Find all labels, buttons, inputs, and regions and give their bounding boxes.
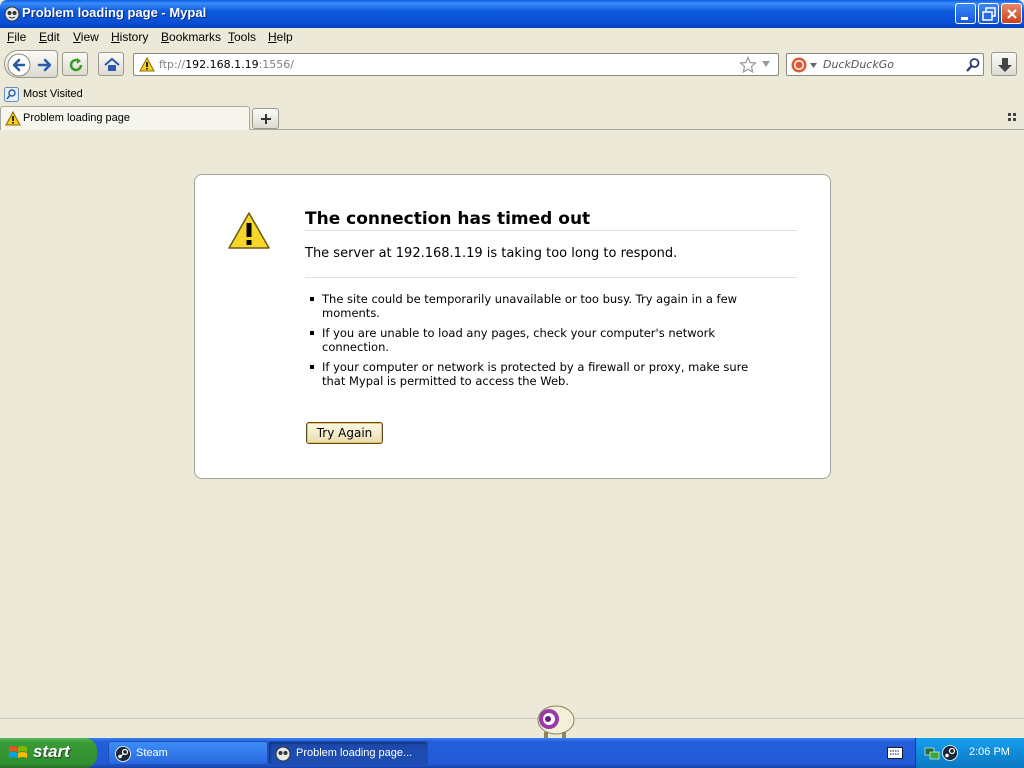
menu-tools[interactable]: Tools — [228, 30, 256, 44]
menu-view[interactable]: View — [73, 30, 99, 44]
search-bar[interactable]: DuckDuckGo — [786, 53, 984, 76]
windows-flag-icon — [9, 746, 27, 758]
minimize-button[interactable] — [955, 3, 976, 24]
status-bar-divider — [0, 718, 1024, 719]
tab-label: Problem loading page — [23, 112, 131, 124]
search-placeholder[interactable]: DuckDuckGo — [823, 58, 894, 71]
menu-help[interactable]: Help — [268, 30, 293, 44]
back-forward-group — [4, 50, 58, 78]
back-arrow-icon[interactable] — [7, 53, 31, 77]
url-port: :1556/ — [258, 58, 294, 71]
keyboard-icon[interactable] — [887, 747, 903, 759]
navigation-toolbar: ftp://192.168.1.19:1556/ DuckDuckGo — [0, 46, 1024, 82]
reload-icon — [69, 58, 83, 72]
restore-button[interactable] — [978, 3, 999, 24]
menu-edit[interactable]: Edit — [39, 30, 60, 44]
tab-list-icon[interactable] — [1008, 113, 1018, 121]
close-icon — [1007, 9, 1017, 19]
suggestion-item: If your computer or network is protected… — [305, 360, 775, 388]
url-dropdown-icon[interactable] — [761, 60, 771, 68]
url-host: 192.168.1.19 — [185, 58, 259, 71]
steam-icon — [115, 746, 131, 762]
taskbar-item-steam[interactable]: Steam — [108, 741, 268, 765]
duckduckgo-icon[interactable] — [791, 57, 807, 73]
close-button[interactable] — [1001, 3, 1022, 24]
large-warning-icon — [228, 212, 270, 249]
menu-bar: File Edit View History Bookmarks Tools H… — [0, 28, 1024, 46]
mypal-icon — [275, 746, 291, 762]
home-icon — [104, 57, 120, 71]
download-arrow-icon — [998, 58, 1012, 72]
error-description: The server at 192.168.1.19 is taking too… — [305, 246, 678, 261]
warning-icon — [139, 57, 155, 72]
tab-strip: Problem loading page — [0, 106, 1024, 130]
mypal-icon — [4, 6, 20, 22]
search-engine-dropdown-icon[interactable] — [810, 63, 817, 68]
bookmark-star-icon[interactable] — [739, 56, 757, 74]
steam-tray-icon[interactable] — [942, 745, 958, 761]
plus-icon — [261, 114, 271, 124]
menu-history[interactable]: History — [111, 30, 148, 44]
url-bar[interactable]: ftp://192.168.1.19:1556/ — [133, 53, 779, 76]
forward-arrow-icon[interactable] — [35, 55, 55, 75]
minimize-icon — [961, 17, 968, 20]
clock: 2:06 PM — [969, 746, 1010, 758]
reload-button[interactable] — [62, 52, 88, 76]
page-content: The connection has timed out The server … — [0, 131, 1024, 738]
network-icon[interactable] — [924, 745, 940, 761]
menu-bookmarks[interactable]: Bookmarks — [161, 30, 221, 44]
warning-icon — [5, 111, 21, 126]
new-tab-button[interactable] — [252, 108, 279, 129]
start-label: start — [33, 742, 70, 761]
most-visited-icon — [4, 87, 19, 102]
divider — [305, 230, 797, 231]
taskbar: start Steam Problem loading page... 2:06… — [0, 738, 1024, 768]
menu-file[interactable]: File — [7, 30, 26, 44]
tab-problem-loading-page[interactable]: Problem loading page — [0, 106, 250, 130]
most-visited-bookmark[interactable]: Most Visited — [23, 88, 83, 100]
home-button[interactable] — [98, 52, 124, 76]
suggestion-item: The site could be temporarily unavailabl… — [305, 292, 775, 320]
downloads-button[interactable] — [991, 52, 1017, 76]
url-text[interactable]: ftp://192.168.1.19:1556/ — [159, 58, 294, 71]
task-label: Problem loading page... — [296, 747, 413, 759]
restore-icon — [982, 7, 996, 21]
task-label: Steam — [136, 747, 168, 759]
error-page-container: The connection has timed out The server … — [194, 174, 831, 479]
error-suggestions-list: The site could be temporarily unavailabl… — [305, 292, 775, 394]
window-title: Problem loading page - Mypal — [22, 5, 207, 20]
window-titlebar[interactable]: Problem loading page - Mypal — [0, 0, 1024, 28]
taskbar-item-mypal[interactable]: Problem loading page... — [268, 741, 428, 765]
search-icon[interactable] — [965, 57, 981, 73]
divider — [305, 277, 797, 278]
url-scheme: ftp:// — [159, 58, 186, 71]
sheep-mascot-icon — [537, 705, 575, 738]
error-title: The connection has timed out — [305, 209, 591, 229]
system-tray: 2:06 PM — [915, 738, 1024, 768]
bookmarks-toolbar: Most Visited — [0, 86, 1024, 104]
suggestion-item: If you are unable to load any pages, che… — [305, 326, 775, 354]
try-again-button[interactable]: Try Again — [306, 422, 383, 444]
start-button[interactable]: start — [0, 738, 97, 768]
